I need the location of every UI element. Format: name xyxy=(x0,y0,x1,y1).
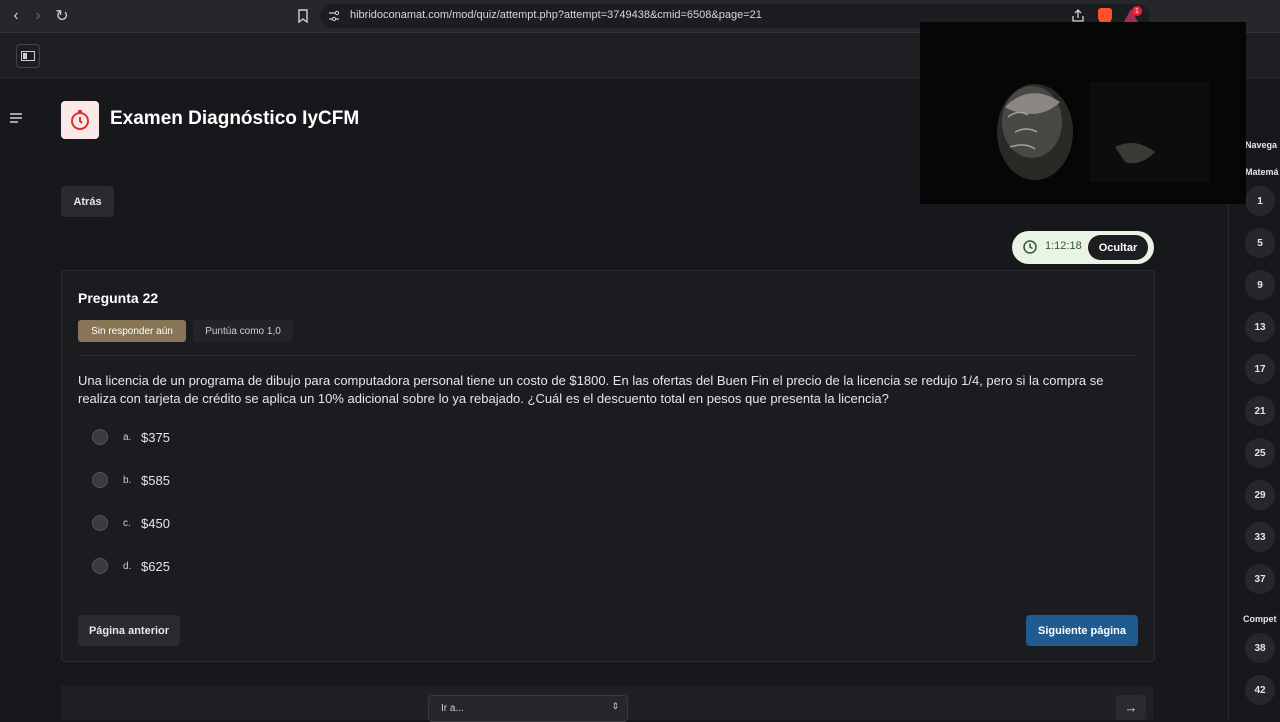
nav-question-37[interactable]: 37 xyxy=(1245,564,1275,594)
quiz-nav-section-comp: Compet xyxy=(1243,614,1277,624)
site-settings-icon[interactable] xyxy=(327,9,341,23)
points-badge: Puntúa como 1,0 xyxy=(193,320,293,342)
next-page-button[interactable]: Siguiente página xyxy=(1026,615,1138,646)
nav-question-5[interactable]: 5 xyxy=(1245,228,1275,258)
answer-option-c[interactable]: c. $450 xyxy=(92,512,170,534)
clock-icon xyxy=(1022,239,1038,255)
nav-question-25[interactable]: 25 xyxy=(1245,438,1275,468)
select-arrows-icon: ⇕ xyxy=(611,701,619,711)
divider xyxy=(78,355,1138,356)
url-text: hibridoconamat.com/mod/quiz/attempt.php?… xyxy=(350,9,762,21)
nav-question-29[interactable]: 29 xyxy=(1245,480,1275,510)
quiz-timer: 1:12:18 Ocultar xyxy=(1012,231,1154,264)
quiz-nav-heading: Navega xyxy=(1245,140,1278,150)
answer-option-d[interactable]: d. $625 xyxy=(92,555,170,577)
timer-value: 1:12:18 xyxy=(1045,240,1082,252)
reload-icon[interactable]: ↻ xyxy=(52,6,72,26)
option-letter: a. xyxy=(123,431,132,443)
notification-count: 1 xyxy=(1132,6,1142,16)
radio-button[interactable] xyxy=(92,429,108,445)
hide-timer-button[interactable]: Ocultar xyxy=(1088,235,1148,260)
nav-question-17[interactable]: 17 xyxy=(1245,354,1275,384)
option-value[interactable]: $375 xyxy=(141,430,170,445)
option-letter: c. xyxy=(123,517,131,529)
back-button[interactable]: Atrás xyxy=(61,186,114,217)
nav-question-42[interactable]: 42 xyxy=(1245,675,1275,705)
answer-option-a[interactable]: a. $375 xyxy=(92,426,170,448)
radio-button[interactable] xyxy=(92,558,108,574)
nav-question-21[interactable]: 21 xyxy=(1245,396,1275,426)
bookmark-icon[interactable] xyxy=(293,6,313,26)
status-badge: Sin responder aún xyxy=(78,320,186,342)
option-value[interactable]: $450 xyxy=(141,516,170,531)
nav-question-33[interactable]: 33 xyxy=(1245,522,1275,552)
nav-question-9[interactable]: 9 xyxy=(1245,270,1275,300)
quiz-icon xyxy=(61,101,99,139)
jump-to-label: Ir a... xyxy=(441,703,464,714)
question-card: Pregunta 22 Sin responder aún Puntúa com… xyxy=(61,270,1155,662)
page-title: Examen Diagnóstico IyCFM xyxy=(110,108,360,129)
question-number: Pregunta 22 xyxy=(78,290,159,306)
radio-button[interactable] xyxy=(92,472,108,488)
sidebar-toggle-icon[interactable] xyxy=(16,44,40,68)
radio-button[interactable] xyxy=(92,515,108,531)
option-value[interactable]: $625 xyxy=(141,559,170,574)
webcam-overlay xyxy=(920,22,1246,204)
nav-question-13[interactable]: 13 xyxy=(1245,312,1275,342)
option-letter: b. xyxy=(123,474,132,486)
previous-page-button[interactable]: Página anterior xyxy=(78,615,180,646)
nav-question-1[interactable]: 1 xyxy=(1245,186,1275,216)
jump-to-select[interactable]: Ir a... ⇕ xyxy=(428,695,628,722)
nav-question-38[interactable]: 38 xyxy=(1245,633,1275,663)
option-letter: d. xyxy=(123,560,132,572)
question-text: Una licencia de un programa de dibujo pa… xyxy=(78,373,1104,406)
answer-option-b[interactable]: b. $585 xyxy=(92,469,170,491)
quiz-nav-section-math: Matemá xyxy=(1245,167,1279,177)
course-index-icon[interactable] xyxy=(6,108,26,128)
go-arrow-button[interactable]: → xyxy=(1116,695,1146,720)
back-arrow-icon[interactable]: ‹ xyxy=(6,6,26,26)
option-value[interactable]: $585 xyxy=(141,473,170,488)
forward-arrow-icon[interactable]: › xyxy=(28,6,48,26)
